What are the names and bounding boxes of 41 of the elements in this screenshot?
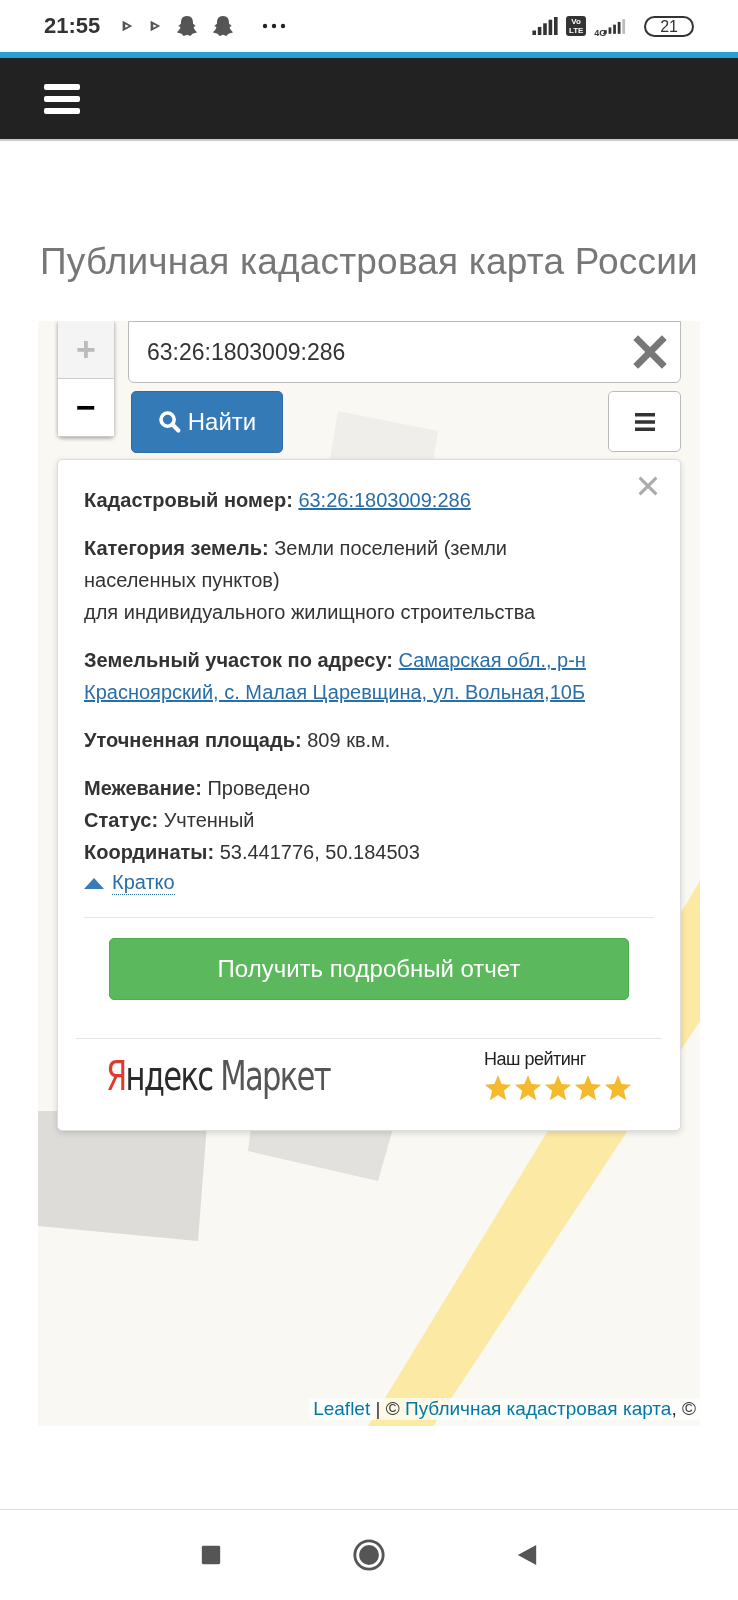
info-row-text: Межевание: Проведено	[84, 776, 312, 801]
attribution-link[interactable]: Публичная кадастровая карта	[405, 1398, 672, 1419]
clock-time: 21:55	[44, 13, 101, 39]
info-row-text: Координаты: 53.441776, 50.184503	[84, 840, 421, 865]
attribution-link[interactable]: Leaflet	[313, 1398, 371, 1419]
find-button[interactable]: Найти	[131, 391, 283, 453]
signal-icon	[532, 17, 559, 35]
more-icon	[262, 23, 287, 29]
rating-label: Наш рейтинг	[484, 1049, 586, 1070]
close-icon[interactable]	[633, 335, 667, 369]
star-icon	[514, 1074, 542, 1102]
menu-button[interactable]	[608, 391, 681, 452]
zoom-out-button[interactable]: −	[58, 379, 114, 437]
back-icon[interactable]	[516, 1544, 538, 1566]
caret-icon	[84, 876, 104, 889]
ghost-icon	[176, 15, 199, 37]
menu-icon[interactable]	[44, 83, 80, 114]
info-row-text: Уточненная площадь: 809 кв.м.	[84, 728, 392, 753]
attribution-text: Leaflet | © Публичная кадастровая карта, ©	[309, 1398, 700, 1420]
page-title: Публичная кадастровая карта России	[39, 241, 699, 283]
info-row-text: Кадастровый номер: 63:26:1803009:286	[84, 488, 472, 513]
ghost-icon	[212, 15, 235, 37]
search-field[interactable]: 63:26:1803009:286	[128, 321, 681, 383]
value-link[interactable]: 63:26:1803009:286	[298, 489, 471, 511]
search-icon	[157, 410, 182, 434]
star-icon	[604, 1074, 632, 1102]
info-row-text: Земельный участок по адресу: Самарская обл., р-н Красноярский, с. Малая Царевщина, ул. Вольная,10Б	[84, 648, 587, 705]
star-icon	[484, 1074, 512, 1102]
menu-icon	[634, 411, 655, 432]
signal-icon	[604, 18, 627, 34]
home-icon[interactable]	[352, 1538, 386, 1572]
info-row-text: Статус: Учтенный	[84, 808, 256, 833]
star-icon	[544, 1074, 572, 1102]
star-icon	[574, 1074, 602, 1102]
network-type: 4G	[594, 28, 607, 38]
battery-indicator: 21	[644, 15, 694, 37]
recents-icon[interactable]	[200, 1544, 222, 1566]
collapse-link[interactable]: Кратко	[112, 870, 175, 895]
market-logo[interactable]: Яндекс Маркет	[106, 1052, 330, 1099]
info-row-text: Категория земель: Земли поселений (земли населенных пунктов) для индивидуального жилищного строительства	[84, 536, 537, 625]
volte-badge: Vo LTE	[566, 16, 587, 36]
